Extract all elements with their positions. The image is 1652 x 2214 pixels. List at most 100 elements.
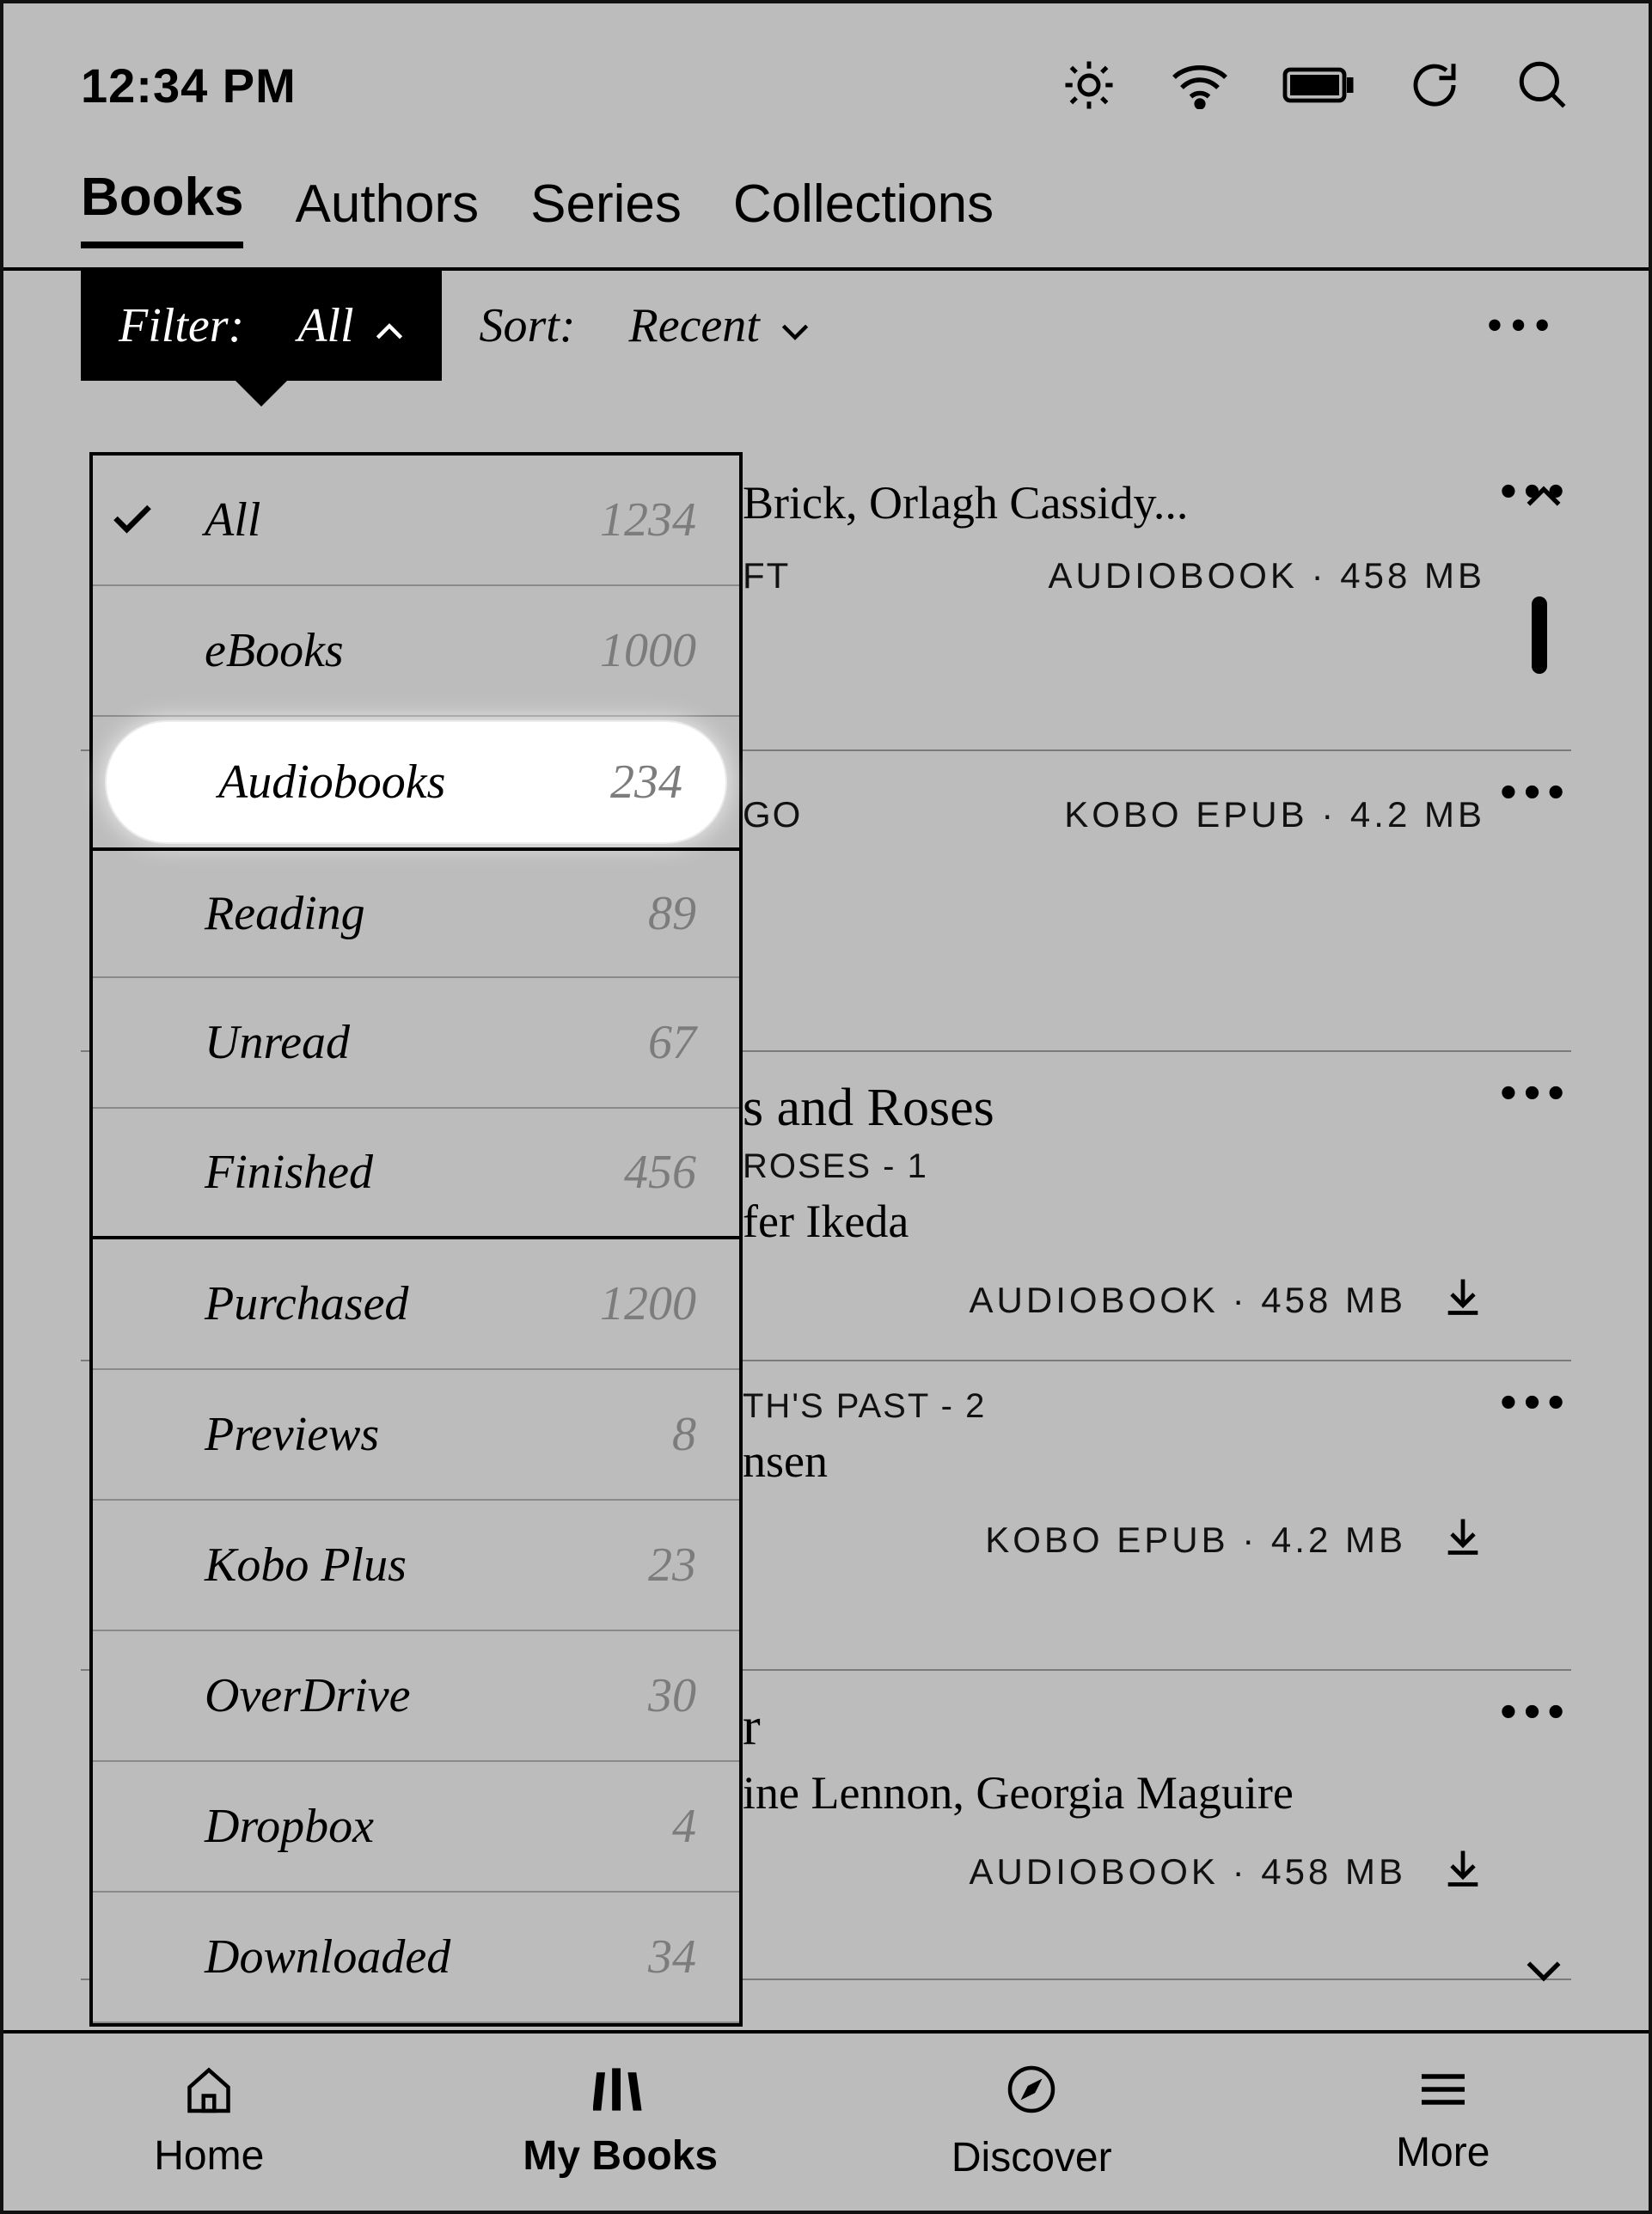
overflow-icon[interactable]: ••• <box>1486 298 1571 353</box>
book-title: r <box>743 1697 1485 1758</box>
book-narrator: ine Lennon, Georgia Maguire <box>743 1766 1485 1820</box>
sort-button[interactable]: Sort: Recent <box>442 271 847 381</box>
nav-label: Home <box>154 2132 264 2180</box>
chevron-down-icon <box>780 298 810 353</box>
filter-option-count: 1234 <box>600 492 696 547</box>
filters-row: Filter: All Sort: Recent ••• <box>3 271 1649 381</box>
filter-option-count: 89 <box>648 886 696 941</box>
book-series: TH'S PAST - 2 <box>743 1387 1485 1426</box>
filter-option-count: 4 <box>672 1799 696 1854</box>
filter-value: All <box>297 298 353 353</box>
home-icon <box>183 2065 235 2124</box>
filter-option-finished[interactable]: Finished456 <box>93 1109 739 1239</box>
book-right-meta: KOBO EPUB · 4.2 MB <box>985 1514 1485 1567</box>
download-icon[interactable] <box>1441 1274 1485 1327</box>
filter-option-all[interactable]: All1234 <box>93 456 739 586</box>
filter-option-label: OverDrive <box>205 1668 648 1723</box>
chevron-up-icon <box>375 298 404 353</box>
book-narrator: Brick, Orlagh Cassidy... <box>743 476 1485 529</box>
bottom-nav: Home My Books Discover More <box>3 2030 1649 2211</box>
filter-option-count: 67 <box>648 1015 696 1070</box>
filter-option-count: 234 <box>610 755 682 810</box>
filter-option-label: Downloaded <box>205 1930 648 1985</box>
nav-label: My Books <box>523 2132 718 2180</box>
wifi-icon[interactable] <box>1169 61 1231 109</box>
books-icon <box>593 2065 648 2124</box>
filter-option-count: 30 <box>648 1668 696 1723</box>
status-bar: 12:34 PM <box>3 3 1649 167</box>
book-left-meta: GO <box>743 794 802 835</box>
battery-icon <box>1282 66 1355 104</box>
filter-option-overdrive[interactable]: OverDrive30 <box>93 1631 739 1762</box>
book-overflow-icon[interactable]: ••• <box>1500 1064 1571 1120</box>
scroll-up-icon[interactable] <box>1525 485 1563 513</box>
filter-option-label: Purchased <box>205 1276 600 1331</box>
book-right-meta: AUDIOBOOK · 458 MB <box>970 1274 1485 1327</box>
tab-collections[interactable]: Collections <box>733 174 994 248</box>
download-icon[interactable] <box>1441 1845 1485 1899</box>
filter-option-label: Audiobooks <box>218 755 610 810</box>
book-right-meta: AUDIOBOOK · 458 MB <box>1049 555 1485 596</box>
filter-option-label: All <box>205 492 600 547</box>
filter-button[interactable]: Filter: All <box>81 271 442 381</box>
scrollbar-thumb[interactable] <box>1532 596 1547 674</box>
filter-option-audiobooks[interactable]: Audiobooks234 <box>107 722 725 842</box>
nav-my-books[interactable]: My Books <box>415 2034 827 2211</box>
filter-option-dropbox[interactable]: Dropbox4 <box>93 1762 739 1893</box>
filter-option-downloaded[interactable]: Downloaded34 <box>93 1893 739 2023</box>
nav-discover[interactable]: Discover <box>826 2034 1238 2211</box>
filter-option-label: Unread <box>205 1015 648 1070</box>
device-screen: 12:34 PM Books Authors Series Collection… <box>0 0 1652 2214</box>
book-overflow-icon[interactable]: ••• <box>1500 1373 1571 1429</box>
nav-more[interactable]: More <box>1238 2034 1649 2211</box>
filter-option-count: 456 <box>624 1145 696 1200</box>
nav-home[interactable]: Home <box>3 2034 415 2211</box>
tab-authors[interactable]: Authors <box>295 174 479 248</box>
sort-label: Sort: <box>480 298 576 353</box>
brightness-icon[interactable] <box>1061 57 1117 113</box>
filter-option-unread[interactable]: Unread67 <box>93 978 739 1109</box>
menu-icon <box>1417 2069 1469 2120</box>
filter-label: Filter: <box>119 298 244 353</box>
filter-option-purchased[interactable]: Purchased1200 <box>93 1239 739 1370</box>
search-icon[interactable] <box>1514 57 1571 113</box>
clock: 12:34 PM <box>81 58 297 113</box>
filter-option-label: Previews <box>205 1407 672 1462</box>
download-icon[interactable] <box>1441 1514 1485 1567</box>
filter-dropdown: All1234eBooks1000Audiobooks234Reading89U… <box>89 452 743 2027</box>
filter-option-reading[interactable]: Reading89 <box>93 847 739 978</box>
book-left-meta: FT <box>743 555 790 596</box>
nav-label: Discover <box>951 2134 1112 2181</box>
filter-option-label: Kobo Plus <box>205 1538 648 1593</box>
filter-option-previews[interactable]: Previews8 <box>93 1370 739 1501</box>
book-overflow-icon[interactable]: ••• <box>1500 1683 1571 1739</box>
check-icon <box>110 492 162 547</box>
tab-series[interactable]: Series <box>530 174 682 248</box>
compass-icon <box>1006 2064 1057 2125</box>
book-right-meta: KOBO EPUB · 4.2 MB <box>1064 794 1485 835</box>
filter-option-label: Finished <box>205 1145 624 1200</box>
filter-option-count: 23 <box>648 1538 696 1593</box>
library-tabs: Books Authors Series Collections <box>3 167 1649 271</box>
filter-option-label: Reading <box>205 886 648 941</box>
book-series: ROSES - 1 <box>743 1147 1485 1186</box>
filter-option-count: 8 <box>672 1407 696 1462</box>
book-narrator: fer Ikeda <box>743 1195 1485 1248</box>
book-narrator: nsen <box>743 1434 1485 1488</box>
filter-option-ebooks[interactable]: eBooks1000 <box>93 586 739 717</box>
tab-books[interactable]: Books <box>81 167 243 248</box>
sort-value: Recent <box>629 298 760 353</box>
book-overflow-icon[interactable]: ••• <box>1500 763 1571 819</box>
sync-icon[interactable] <box>1406 57 1463 113</box>
filter-option-kobo-plus[interactable]: Kobo Plus23 <box>93 1501 739 1631</box>
nav-label: More <box>1396 2129 1490 2176</box>
filter-option-count: 34 <box>648 1930 696 1985</box>
filter-option-label: eBooks <box>205 623 600 678</box>
scroll-down-icon[interactable] <box>1525 1959 1563 1987</box>
book-title: s and Roses <box>743 1078 1485 1139</box>
filter-option-count: 1200 <box>600 1276 696 1331</box>
status-icons <box>1061 57 1571 113</box>
book-right-meta: AUDIOBOOK · 458 MB <box>970 1845 1485 1899</box>
filter-option-count: 1000 <box>600 623 696 678</box>
filter-option-label: Dropbox <box>205 1799 672 1854</box>
